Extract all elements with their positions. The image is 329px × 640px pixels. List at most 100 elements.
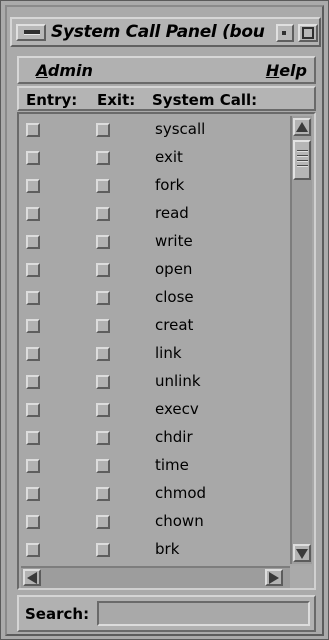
scroll-left-button[interactable] <box>23 569 41 586</box>
syscall-name: syscall <box>155 120 206 138</box>
syscall-name: time <box>155 456 189 474</box>
search-input[interactable] <box>97 601 310 626</box>
entry-checkbox[interactable] <box>26 487 40 501</box>
entry-checkbox[interactable] <box>26 375 40 389</box>
entry-checkbox[interactable] <box>26 179 40 193</box>
window-menu-button[interactable] <box>16 24 46 41</box>
grip-line <box>297 155 308 156</box>
title-bar[interactable]: System Call Panel (bou <box>10 17 321 47</box>
exit-checkbox[interactable] <box>96 375 110 389</box>
syscall-list: syscall exit fork read write open close creat li… <box>17 112 316 590</box>
exit-checkbox[interactable] <box>96 487 110 501</box>
scrollbar-corner <box>290 566 312 588</box>
syscall-list-area: syscall exit fork read write open close creat li… <box>21 116 288 564</box>
exit-checkbox[interactable] <box>96 459 110 473</box>
search-label: Search: <box>25 605 90 623</box>
list-item: close <box>21 284 288 312</box>
minimize-button[interactable] <box>276 24 294 42</box>
list-item: chdir <box>21 424 288 452</box>
exit-checkbox[interactable] <box>96 543 110 557</box>
grip-line <box>297 165 308 166</box>
exit-checkbox[interactable] <box>96 207 110 221</box>
list-item: chmod <box>21 480 288 508</box>
menu-help[interactable]: Help <box>266 61 307 80</box>
exit-checkbox[interactable] <box>96 263 110 277</box>
list-item: open <box>21 256 288 284</box>
exit-checkbox[interactable] <box>96 403 110 417</box>
menu-bar: Admin Help <box>17 56 316 84</box>
search-bar: Search: <box>17 595 316 632</box>
scroll-up-button[interactable] <box>293 118 311 136</box>
scroll-right-button[interactable] <box>265 569 283 586</box>
entry-checkbox[interactable] <box>26 235 40 249</box>
exit-checkbox[interactable] <box>96 151 110 165</box>
syscall-name: creat <box>155 316 194 334</box>
exit-checkbox[interactable] <box>96 235 110 249</box>
horizontal-scrollbar[interactable] <box>21 566 312 588</box>
syscall-name: link <box>155 344 182 362</box>
entry-checkbox[interactable] <box>26 403 40 417</box>
syscall-name: chown <box>155 512 204 530</box>
syscall-name: close <box>155 288 194 306</box>
exit-checkbox[interactable] <box>96 431 110 445</box>
exit-checkbox[interactable] <box>96 179 110 193</box>
menu-admin[interactable]: Admin <box>36 61 93 80</box>
entry-checkbox[interactable] <box>26 151 40 165</box>
list-item: syscall <box>21 116 288 144</box>
syscall-name: open <box>155 260 193 278</box>
list-item: unlink <box>21 368 288 396</box>
grip-line <box>297 150 308 151</box>
vertical-scroll-thumb[interactable] <box>293 140 311 180</box>
arrow-left-icon <box>27 572 37 584</box>
entry-checkbox[interactable] <box>26 207 40 221</box>
maximize-button[interactable] <box>298 24 318 42</box>
system-call-panel-window: System Call Panel (bou Admin Help Entry:… <box>0 0 329 640</box>
system-call-column-header: System Call: <box>152 91 258 109</box>
list-item: exit <box>21 144 288 172</box>
horizontal-scroll-track[interactable] <box>43 569 263 586</box>
entry-checkbox[interactable] <box>26 431 40 445</box>
entry-checkbox[interactable] <box>26 263 40 277</box>
syscall-name: fork <box>155 176 185 194</box>
syscall-name: chmod <box>155 484 207 502</box>
list-item: brk <box>21 536 288 564</box>
syscall-name: read <box>155 204 189 222</box>
maximize-icon <box>302 27 314 39</box>
list-item: read <box>21 200 288 228</box>
exit-checkbox[interactable] <box>96 515 110 529</box>
entry-checkbox[interactable] <box>26 291 40 305</box>
syscall-name: execv <box>155 400 199 418</box>
exit-column-header: Exit: <box>97 91 136 109</box>
column-headers: Entry: Exit: System Call: <box>17 86 316 111</box>
entry-checkbox[interactable] <box>26 543 40 557</box>
list-item: chown <box>21 508 288 536</box>
list-item: creat <box>21 312 288 340</box>
window-menu-icon <box>24 30 40 35</box>
list-item: write <box>21 228 288 256</box>
grip-line <box>297 160 308 161</box>
entry-checkbox[interactable] <box>26 123 40 137</box>
exit-checkbox[interactable] <box>96 123 110 137</box>
list-item: fork <box>21 172 288 200</box>
syscall-name: unlink <box>155 372 201 390</box>
syscall-name: brk <box>155 540 180 558</box>
scroll-down-button[interactable] <box>293 544 311 562</box>
vertical-scrollbar[interactable] <box>290 116 312 564</box>
entry-checkbox[interactable] <box>26 319 40 333</box>
entry-checkbox[interactable] <box>26 347 40 361</box>
entry-column-header: Entry: <box>26 91 78 109</box>
window-title: System Call Panel (bou <box>51 22 265 42</box>
arrow-right-icon <box>269 572 279 584</box>
exit-checkbox[interactable] <box>96 319 110 333</box>
syscall-name: chdir <box>155 428 193 446</box>
arrow-down-icon <box>296 549 308 559</box>
entry-checkbox[interactable] <box>26 515 40 529</box>
exit-checkbox[interactable] <box>96 347 110 361</box>
exit-checkbox[interactable] <box>96 291 110 305</box>
list-item: link <box>21 340 288 368</box>
arrow-up-icon <box>296 122 308 132</box>
syscall-name: write <box>155 232 193 250</box>
syscall-name: exit <box>155 148 183 166</box>
entry-checkbox[interactable] <box>26 459 40 473</box>
minimize-icon <box>282 31 286 35</box>
